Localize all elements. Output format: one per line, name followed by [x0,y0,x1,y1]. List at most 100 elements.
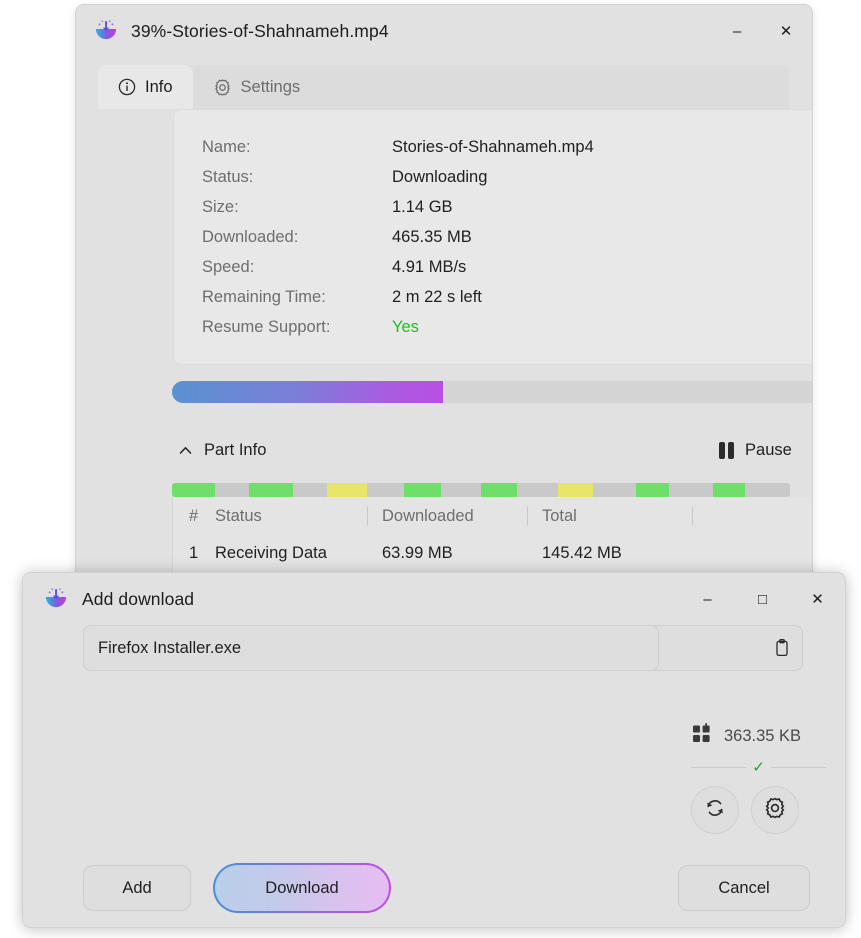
minimize-button[interactable]: – [680,573,735,625]
info-label-downloaded: Downloaded: [202,228,392,247]
add-button[interactable]: Add [83,865,191,911]
app-logo-icon [43,586,69,612]
part-segment-fill [481,483,517,497]
part-segment [713,483,790,497]
info-row-downloaded: Downloaded: 465.35 MB [202,222,594,252]
info-row-resume-support: Resume Support: Yes [202,312,594,342]
download-progress-fill [172,381,443,403]
tab-settings-label: Settings [241,78,301,97]
table-row[interactable]: 1 Receiving Data 63.99 MB 145.42 MB [173,535,813,571]
part-segment [327,483,404,497]
info-label-resume-support: Resume Support: [202,318,392,337]
part-segment [636,483,713,497]
info-row-name: Name: Stories-of-Shahnameh.mp4 [202,132,594,162]
column-divider [367,506,368,526]
details-tabstrip: Info Settings [98,65,789,109]
paste-url-button[interactable] [762,638,802,658]
tab-info-label: Info [145,78,173,97]
info-label-remaining-time: Remaining Time: [202,288,392,307]
info-row-speed: Speed: 4.91 MB/s [202,252,594,282]
download-info-card: Name: Stories-of-Shahnameh.mp4 Status: D… [173,109,813,365]
cell-num: 1 [173,544,215,563]
details-titlebar: 39%-Stories-of-Shahnameh.mp4 – ✕ [76,5,812,57]
col-header-total: Total [542,507,692,526]
download-progress-bar [172,381,813,403]
part-segment [172,483,249,497]
action-circle-buttons [691,786,826,834]
refresh-button[interactable] [691,786,739,834]
download-details-window: 39%-Stories-of-Shahnameh.mp4 – ✕ Info [75,4,813,586]
info-value-status: Downloading [392,168,487,187]
info-label-name: Name: [202,138,392,157]
pause-icon[interactable] [719,442,734,459]
info-row-remaining-time: Remaining Time: 2 m 22 s left [202,282,594,312]
info-label-speed: Speed: [202,258,392,277]
gear-icon [763,796,787,825]
info-row-size: Size: 1.14 GB [202,192,594,222]
settings-button[interactable] [751,786,799,834]
add-download-window: Add download – □ ✕ https://download-inst… [22,572,846,928]
col-header-status: Status [215,507,367,526]
part-segment [558,483,635,497]
cell-status: Receiving Data [215,544,367,563]
cancel-button[interactable]: Cancel [678,865,810,911]
maximize-button[interactable]: □ [735,573,790,625]
file-name-value: Firefox Installer.exe [84,639,241,658]
part-segment [481,483,558,497]
tab-settings[interactable]: Settings [193,65,321,109]
part-segment-fill [713,483,745,497]
column-divider [527,506,528,526]
details-window-title: 39%-Stories-of-Shahnameh.mp4 [131,21,389,42]
app-logo-icon [93,18,119,44]
minimize-button[interactable]: – [714,5,760,57]
part-segment-fill [249,483,293,497]
part-segment-fill [636,483,670,497]
part-info-label: Part Info [204,441,266,460]
part-segment [249,483,326,497]
part-segment-fill [172,483,215,497]
divider-right [771,767,826,768]
info-label-status: Status: [202,168,392,187]
info-rows: Name: Stories-of-Shahnameh.mp4 Status: D… [202,132,594,342]
screen-root: 39%-Stories-of-Shahnameh.mp4 – ✕ Info [0,0,861,938]
size-info-panel: 363.35 KB ✓ [691,723,826,834]
tab-info[interactable]: Info [98,65,193,109]
info-value-downloaded: 465.35 MB [392,228,472,247]
info-row-status: Status: Downloading [202,162,594,192]
column-divider [367,543,368,563]
info-circle-icon [118,78,136,96]
parts-table-header: # Status Downloaded Total [173,497,813,535]
gear-icon [213,78,232,97]
add-download-titlebar: Add download – □ ✕ [23,573,845,625]
pause-button[interactable]: Pause [745,441,792,460]
cell-total: 145.42 MB [542,544,692,563]
info-value-speed: 4.91 MB/s [392,258,466,277]
add-download-title: Add download [82,589,194,610]
add-blocks-icon [691,723,713,750]
check-icon: ✓ [752,760,765,775]
chevron-up-icon[interactable] [172,442,198,459]
refresh-icon [703,796,727,825]
part-segment-fill [558,483,593,497]
part-segment [404,483,481,497]
info-value-size: 1.14 GB [392,198,453,217]
part-segment-fill [404,483,441,497]
details-window-controls: – ✕ [714,5,812,57]
info-value-resume-support: Yes [392,318,419,337]
download-button[interactable]: Download [213,863,391,913]
parts-segment-bar [172,483,790,497]
clipboard-paste-icon [762,638,802,658]
size-line: 363.35 KB [691,723,826,750]
column-divider [692,506,693,526]
close-window-button[interactable]: ✕ [790,573,845,625]
info-value-name: Stories-of-Shahnameh.mp4 [392,138,594,157]
col-header-downloaded: Downloaded [382,507,527,526]
part-info-bar: Part Info Pause Close [172,433,813,467]
column-divider [527,543,528,563]
file-size-value: 363.35 KB [724,727,801,746]
info-value-remaining-time: 2 m 22 s left [392,288,482,307]
add-download-window-controls: – □ ✕ [680,573,845,625]
divider-left [691,767,746,768]
close-window-button[interactable]: ✕ [760,5,812,57]
file-name-input[interactable]: Firefox Installer.exe [83,625,659,671]
